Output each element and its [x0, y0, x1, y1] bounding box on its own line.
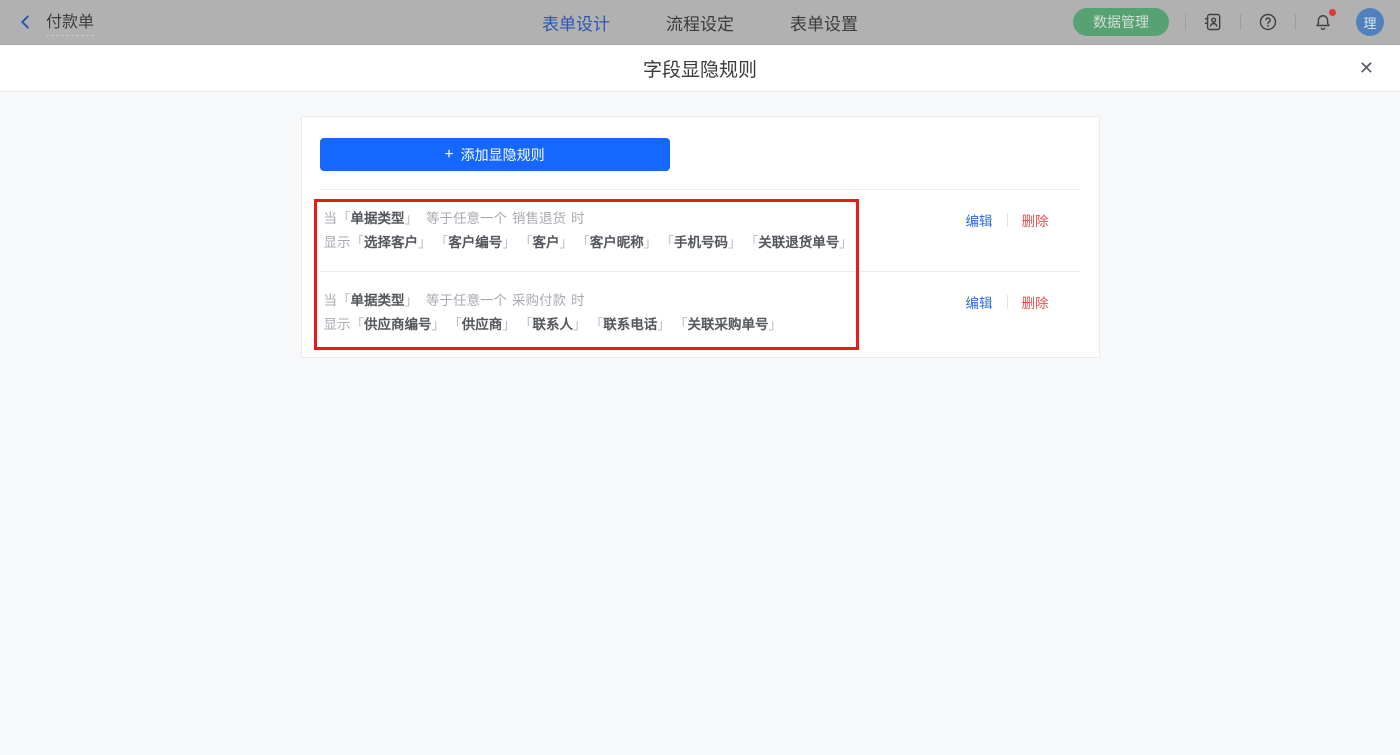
edit-link[interactable]: 编辑 [966, 210, 993, 230]
field-token: 「供应商编号」 [351, 317, 446, 332]
avatar[interactable]: 理 [1356, 8, 1384, 36]
tab-form-design[interactable]: 表单设计 [542, 10, 610, 35]
field-token: 「选择客户」 [351, 235, 432, 250]
topbar: 付款单 表单设计 流程设定 表单设置 数据管理 [0, 0, 1400, 45]
field-token: 「关联采购单号」 [681, 317, 782, 332]
field-token: 「手机号码」 [667, 235, 741, 250]
plus-icon: + [444, 147, 453, 163]
rule-operator: 等于任意一个 [426, 293, 507, 308]
rule-display-line: 显示「选择客户」「客户编号」「客户」「客户昵称」「手机号码」「关联退货单号」 [324, 231, 863, 255]
page: 付款单 表单设计 流程设定 表单设置 数据管理 [0, 0, 1400, 755]
modal-title: 字段显隐规则 [643, 55, 757, 82]
divider [1240, 14, 1241, 30]
rule-when-suffix: 时 [571, 293, 585, 308]
rule-value: 销售退货 [512, 211, 566, 226]
divider [1007, 213, 1008, 227]
rule-row: 当「单据类型」等于任意一个采购付款时 显示「供应商编号」「供应商」「联系人」「联… [320, 271, 1081, 357]
form-title[interactable]: 付款单 [46, 8, 94, 36]
back-button[interactable] [16, 12, 36, 32]
rules-list: 当「单据类型」等于任意一个销售退货时 显示「选择客户」「客户编号」「客户」「客户… [320, 189, 1081, 357]
rule-show-prefix: 显示 [324, 317, 351, 332]
rule-value: 采购付款 [512, 293, 566, 308]
rule-when-prefix: 当 [324, 211, 338, 226]
rule-operator: 等于任意一个 [426, 211, 507, 226]
help-icon[interactable] [1257, 11, 1279, 33]
field-token: 「联系人」 [526, 317, 587, 332]
divider [1185, 14, 1186, 30]
delete-link[interactable]: 删除 [1022, 210, 1049, 230]
rule-condition-line: 当「单据类型」等于任意一个采购付款时 [324, 289, 793, 313]
rule-display-line: 显示「供应商编号」「供应商」「联系人」「联系电话」「关联采购单号」 [324, 313, 793, 337]
divider [1295, 14, 1296, 30]
rule-actions: 编辑 删除 [966, 208, 1081, 232]
data-manage-button[interactable]: 数据管理 [1073, 8, 1169, 36]
edit-link[interactable]: 编辑 [966, 292, 993, 312]
rules-card: + 添加显隐规则 当「单据类型」等于任意一个销售退货时 显示「选择客户」「客户编… [301, 116, 1100, 358]
field-token: 「供应商」 [455, 317, 516, 332]
chevron-left-icon [17, 13, 35, 31]
rule-fields: 「供应商编号」「供应商」「联系人」「联系电话」「关联采购单号」 [351, 317, 793, 332]
field-token: 「关联退货单号」 [752, 235, 853, 250]
rule-row: 当「单据类型」等于任意一个销售退货时 显示「选择客户」「客户编号」「客户」「客户… [320, 189, 1081, 271]
field-token: 「客户」 [526, 235, 573, 250]
field-token: 「单据类型」 [337, 293, 418, 308]
bell-icon[interactable] [1312, 11, 1334, 33]
field-token: 「客户编号」 [442, 235, 516, 250]
rule-text: 当「单据类型」等于任意一个采购付款时 显示「供应商编号」「供应商」「联系人」「联… [324, 289, 793, 337]
tab-form-settings[interactable]: 表单设置 [790, 10, 858, 35]
rule-when-suffix: 时 [571, 211, 585, 226]
rule-when-prefix: 当 [324, 293, 338, 308]
tab-process-settings[interactable]: 流程设定 [666, 10, 734, 35]
add-rule-label: 添加显隐规则 [461, 145, 545, 165]
rule-condition-line: 当「单据类型」等于任意一个销售退货时 [324, 207, 863, 231]
contacts-icon[interactable] [1202, 11, 1224, 33]
modal-header: 字段显隐规则 ✕ [0, 45, 1400, 92]
topbar-left: 付款单 [16, 8, 94, 36]
delete-link[interactable]: 删除 [1022, 292, 1049, 312]
rule-actions: 编辑 删除 [966, 290, 1081, 314]
topbar-right: 数据管理 [1073, 8, 1384, 36]
field-visibility-modal: 字段显隐规则 ✕ + 添加显隐规则 当「单据类型」等于任意一个销售退货时 显示「… [0, 45, 1400, 755]
close-icon[interactable]: ✕ [1359, 59, 1374, 77]
add-rule-button[interactable]: + 添加显隐规则 [320, 138, 670, 171]
rule-text: 当「单据类型」等于任意一个销售退货时 显示「选择客户」「客户编号」「客户」「客户… [324, 207, 863, 255]
field-token: 「单据类型」 [337, 211, 418, 226]
notification-dot [1329, 9, 1336, 16]
divider [1007, 295, 1008, 309]
field-token: 「联系电话」 [597, 317, 671, 332]
modal-body: + 添加显隐规则 当「单据类型」等于任意一个销售退货时 显示「选择客户」「客户编… [0, 92, 1400, 755]
field-token: 「客户昵称」 [583, 235, 657, 250]
rule-show-prefix: 显示 [324, 235, 351, 250]
topbar-tabs: 表单设计 流程设定 表单设置 [542, 0, 858, 45]
rule-fields: 「选择客户」「客户编号」「客户」「客户昵称」「手机号码」「关联退货单号」 [351, 235, 863, 250]
